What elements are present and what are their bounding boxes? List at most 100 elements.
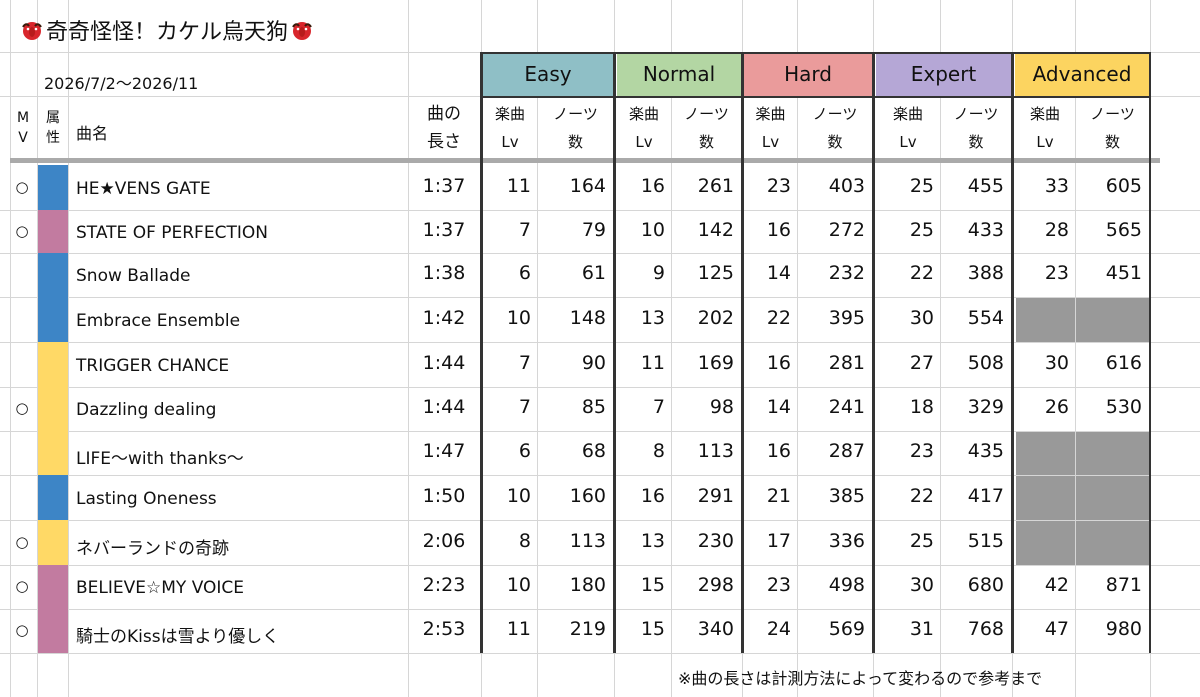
subheader-easy-lv: 楽曲 Lv [494,105,525,151]
band-advanced: Advanced [1015,52,1149,96]
subheader-normal-lv: 楽曲 Lv [628,105,659,151]
notes-cell: 451 [1105,262,1142,284]
level-cell: 31 [909,618,934,640]
notes-cell: 395 [828,306,865,329]
level-cell: 16 [766,351,791,374]
level-cell: 15 [640,574,665,596]
level-cell: 16 [640,484,665,507]
attribute-swatch [38,253,68,297]
attribute-swatch [38,609,68,653]
cell-divider [1075,475,1076,520]
attribute-swatch [38,210,68,253]
band-expert: Expert [876,52,1011,96]
notes-cell: 871 [1105,574,1142,596]
subheader-expert-notes: ノーツ数 [953,105,999,151]
notes-cell: 125 [697,262,734,284]
notes-cell: 113 [697,440,734,462]
notes-cell: 508 [967,351,1004,374]
notes-cell: 565 [1105,218,1142,241]
attribute-swatch [38,475,68,520]
notes-cell: 554 [967,306,1004,329]
notes-cell: 113 [569,529,606,552]
notes-cell: 298 [697,574,734,596]
subheader-normal-notes: ノーツ数 [684,105,729,151]
level-cell: 24 [766,618,791,640]
attribute-swatch [38,342,68,387]
attribute-swatch [38,565,68,609]
level-cell: 7 [518,351,531,374]
song-name: BELIEVE☆MY VOICE [76,578,245,598]
header-mv: M V [16,110,30,146]
level-cell: 7 [518,218,531,241]
level-cell: 10 [506,574,531,596]
level-cell: 23 [766,174,791,197]
mv-mark: ○ [15,532,29,551]
tengu-mask-icon [22,22,42,40]
attribute-swatch [38,297,68,342]
level-cell: 10 [640,218,665,241]
level-cell: 25 [909,529,934,552]
level-cell: 23 [1044,262,1069,284]
notes-cell: 61 [581,262,606,284]
mv-mark: ○ [15,221,29,240]
level-cell: 42 [1044,574,1069,596]
level-cell: 22 [909,484,934,507]
level-cell: 6 [518,440,531,462]
level-cell: 23 [766,574,791,596]
song-length: 2:06 [422,529,466,552]
notes-cell: 232 [828,262,865,284]
level-cell: 26 [1044,396,1069,418]
level-cell: 10 [506,484,531,507]
notes-cell: 569 [828,618,865,640]
song-name: STATE OF PERFECTION [76,222,268,243]
song-length: 2:53 [422,618,466,640]
notes-cell: 241 [828,396,865,418]
level-cell: 30 [909,574,934,596]
song-length: 1:37 [422,174,466,197]
song-length: 1:44 [422,351,466,374]
notes-cell: 616 [1105,351,1142,374]
sheet-title: 奇奇怪怪！カケル烏天狗 [20,14,314,46]
level-cell: 13 [640,306,665,329]
song-length: 1:47 [422,440,466,462]
cell-divider [1075,431,1076,475]
level-cell: 8 [518,529,531,552]
level-cell: 8 [652,440,665,462]
level-cell: 18 [909,396,934,418]
level-cell: 16 [766,218,791,241]
subheader-hard-lv: 楽曲 Lv [755,105,786,151]
level-cell: 23 [909,440,934,462]
level-cell: 28 [1044,218,1069,241]
subheader-advanced-notes: ノーツ数 [1090,105,1135,151]
band-hard: Hard [744,52,872,96]
level-cell: 33 [1044,174,1069,197]
level-cell: 15 [640,618,665,640]
attribute-swatch [38,387,68,431]
level-cell: 22 [909,262,934,284]
song-name: Embrace Ensemble [76,310,241,331]
attribute-swatch [38,520,68,565]
notes-cell: 281 [828,351,865,374]
level-cell: 11 [506,174,531,197]
notes-cell: 340 [697,618,734,640]
header-separator [10,158,1160,163]
subheader-easy-notes: ノーツ数 [553,105,598,151]
notes-cell: 768 [967,618,1004,640]
song-name: HE★VENS GATE [76,178,211,199]
footnote: ※曲の長さは計測方法によって変わるので参考まで [678,669,1043,688]
song-name: TRIGGER CHANCE [76,355,230,376]
level-cell: 21 [766,484,791,507]
level-cell: 25 [909,218,934,241]
level-cell: 30 [909,306,934,329]
cell-divider [1075,297,1076,342]
notes-cell: 230 [697,529,734,552]
notes-cell: 142 [697,218,734,241]
notes-cell: 385 [828,484,865,507]
song-name: 騎士のKissは雪より優しく [76,627,280,647]
song-length: 1:44 [422,396,466,418]
level-cell: 25 [909,174,934,197]
notes-cell: 680 [967,574,1004,596]
song-length: 1:42 [422,306,466,329]
notes-cell: 515 [967,529,1004,552]
notes-cell: 98 [709,396,734,418]
